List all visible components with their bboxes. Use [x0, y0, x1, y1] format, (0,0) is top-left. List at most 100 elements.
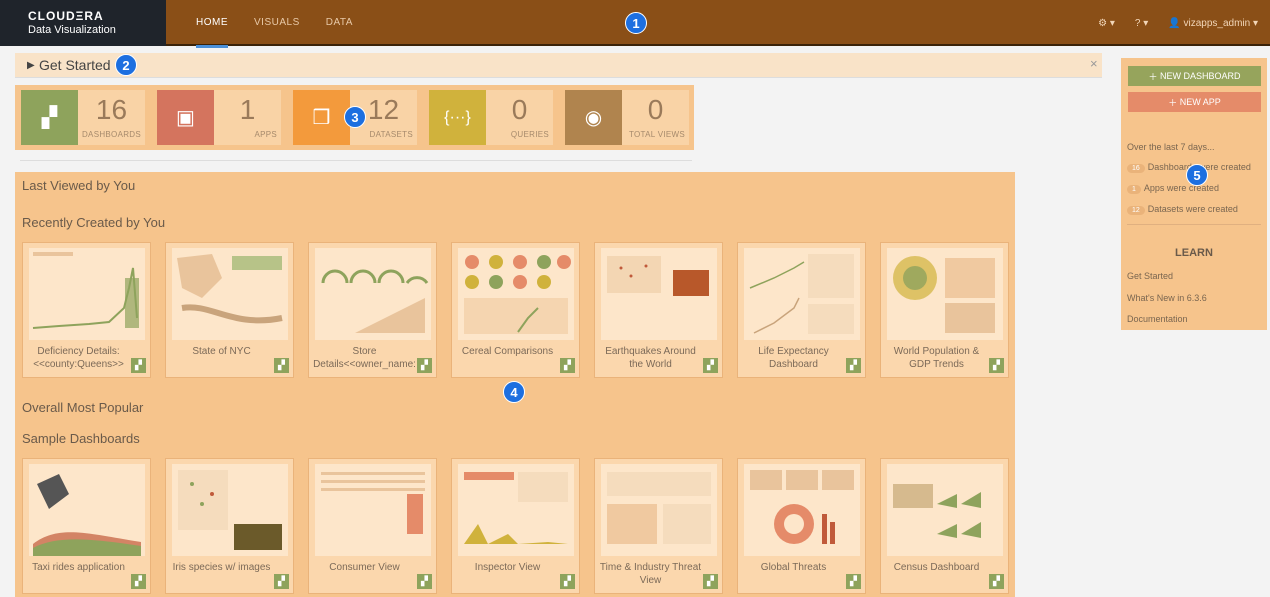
link-whats-new[interactable]: What's New in 6.3.6 [1127, 293, 1207, 303]
logo[interactable]: CLOUDΞRA Data Visualization [0, 0, 166, 46]
cubes-icon: ❒ [293, 90, 350, 145]
sample-cards: Taxi rides application ▞ Iris species w/ … [22, 458, 1009, 594]
thumbnail [744, 248, 860, 340]
dashboard-card[interactable]: Inspector View ▞ [451, 458, 580, 594]
tab-data[interactable]: DATA [313, 0, 366, 46]
activity-count: 16 [1127, 164, 1145, 173]
activity-text: Datasets were created [1147, 204, 1238, 214]
dashboard-card[interactable]: Cereal Comparisons ▞ [451, 242, 580, 378]
card-title: Census Dashboard [893, 562, 980, 573]
divider [20, 160, 692, 161]
dashboard-card[interactable]: Census Dashboard ▞ [880, 458, 1009, 594]
page: CLOUDΞRA Data Visualization HOME VISUALS… [0, 0, 1270, 597]
activity-item: 1 Apps were created [1127, 183, 1219, 194]
thumbnail [315, 464, 431, 556]
gear-icon: ⚙ [1098, 17, 1108, 29]
stat-label: DASHBOARDS [81, 130, 141, 139]
stat-apps[interactable]: ▣ 1 APPS [157, 90, 281, 145]
stat-value: 1 [239, 94, 256, 125]
help-caret: ▾ [1143, 17, 1149, 29]
dashboard-card[interactable]: Taxi rides application ▞ [22, 458, 151, 594]
settings-menu[interactable]: ⚙ ▾ [1098, 18, 1115, 29]
dashboard-card[interactable]: Consumer View ▞ [308, 458, 437, 594]
card-title: Inspector View [474, 562, 541, 573]
link-documentation[interactable]: Documentation [1127, 314, 1188, 324]
dashboard-icon: ▞ [560, 574, 575, 589]
thumbnail [887, 248, 1003, 340]
new-app-label: NEW APP [1179, 97, 1221, 107]
app-icon: ▣ [157, 90, 214, 145]
help-menu[interactable]: ? ▾ [1135, 18, 1148, 29]
dashboard-icon: ▞ [274, 358, 289, 373]
card-title: Iris species w/ images [172, 562, 271, 573]
thumbnail [458, 464, 574, 556]
thumbnail [887, 464, 1003, 556]
add-icon: ＋ [1168, 97, 1178, 108]
card-title: World Population & GDP Trends [893, 346, 980, 370]
activity-period: Over the last 7 days... [1127, 142, 1215, 152]
brand-name: CLOUDΞRA [28, 9, 104, 23]
dashboard-card[interactable]: Deficiency Details: <<county:Queens>> ▞ [22, 242, 151, 378]
brand-subtitle: Data Visualization [28, 24, 116, 36]
divider [1127, 224, 1261, 225]
dashboard-icon: ▞ [989, 574, 1004, 589]
stat-value: 0 [647, 94, 664, 125]
get-started-bar[interactable]: ▶ Get Started [15, 53, 1102, 78]
stat-label: DATASETS [369, 130, 413, 139]
stat-value: 0 [511, 94, 528, 125]
tab-visuals[interactable]: VISUALS [241, 0, 313, 46]
activity-text: Apps were created [1143, 183, 1219, 193]
new-dashboard-label: NEW DASHBOARD [1160, 71, 1241, 81]
dashboard-icon: ▞ [131, 574, 146, 589]
dashboard-icon: ▞ [846, 574, 861, 589]
stat-label: TOTAL VIEWS [628, 130, 685, 139]
dashboard-card[interactable]: World Population & GDP Trends ▞ [880, 242, 1009, 378]
dashboard-icon: ▞ [21, 90, 78, 145]
activity-count: 12 [1127, 206, 1145, 215]
card-title: Taxi rides application [32, 562, 125, 573]
dashboard-card[interactable]: Time & Industry Threat View ▞ [594, 458, 723, 594]
stat-label: APPS [254, 130, 277, 139]
card-title: Time & Industry Threat View [599, 562, 702, 586]
close-icon[interactable]: × [1090, 56, 1098, 71]
activity-item: 12 Datasets were created [1127, 204, 1238, 215]
thumbnail [601, 248, 717, 340]
new-dashboard-button[interactable]: ＋ NEW DASHBOARD [1128, 66, 1261, 86]
link-get-started[interactable]: Get Started [1127, 271, 1173, 281]
dashboard-card[interactable]: Store Details<<owner_name: ▞ [308, 242, 437, 378]
eye-icon: ◉ [565, 90, 622, 145]
dashboard-card[interactable]: Life Expectancy Dashboard ▞ [737, 242, 866, 378]
section-most-popular: Overall Most Popular [22, 400, 144, 415]
dashboard-card[interactable]: State of NYC ▞ [165, 242, 294, 378]
dashboard-card[interactable]: Iris species w/ images ▞ [165, 458, 294, 594]
tab-home[interactable]: HOME [183, 0, 241, 48]
braces-icon: {···} [429, 90, 486, 145]
stat-label: QUERIES [510, 130, 549, 139]
dashboard-icon: ▞ [417, 574, 432, 589]
add-icon: ＋ [1148, 71, 1158, 82]
right-panel: ＋ NEW DASHBOARD ＋ NEW APP Over the last … [1121, 58, 1267, 330]
stat-queries[interactable]: {···} 0 QUERIES [429, 90, 553, 145]
user-name: vizapps_admin ▾ [1183, 17, 1258, 29]
learn-heading: LEARN [1175, 247, 1213, 259]
card-title: Consumer View [329, 562, 400, 573]
card-title: Cereal Comparisons [461, 346, 554, 357]
callout-marker-2: 2 [115, 54, 137, 76]
dashboard-icon: ▞ [703, 358, 718, 373]
dashboard-card[interactable]: Earthquakes Around the World ▞ [594, 242, 723, 378]
thumbnail [29, 248, 145, 340]
new-app-button[interactable]: ＋ NEW APP [1128, 92, 1261, 112]
thumbnail [601, 464, 717, 556]
dashboard-icon: ▞ [274, 574, 289, 589]
stat-dashboards[interactable]: ▞ 16 DASHBOARDS [21, 90, 145, 145]
dashboard-icon: ▞ [417, 358, 432, 373]
stat-total-views[interactable]: ◉ 0 TOTAL VIEWS [565, 90, 689, 145]
settings-caret: ▾ [1109, 17, 1115, 29]
user-menu[interactable]: 👤 vizapps_admin ▾ [1168, 18, 1258, 29]
thumbnail [172, 248, 288, 340]
section-recently-created: Recently Created by You [22, 215, 166, 230]
dashboard-icon: ▞ [560, 358, 575, 373]
card-title: Deficiency Details: <<county:Queens>> [33, 346, 124, 370]
dashboard-card[interactable]: Global Threats ▞ [737, 458, 866, 594]
thumbnail [172, 464, 288, 556]
